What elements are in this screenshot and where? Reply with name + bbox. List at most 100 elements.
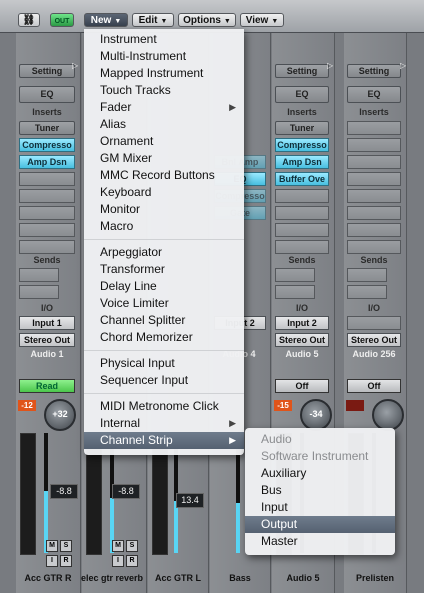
- menu-item-delay-line[interactable]: Delay Line: [84, 278, 244, 295]
- send-slot[interactable]: [275, 268, 315, 282]
- pan-knob[interactable]: [372, 399, 404, 431]
- send-slot[interactable]: [275, 285, 315, 299]
- strip-menu-arrow-icon[interactable]: ▷: [327, 61, 333, 70]
- input-selector[interactable]: Input 1: [19, 316, 75, 330]
- insert-slot[interactable]: [347, 189, 401, 203]
- menu-item-ornament[interactable]: Ornament: [84, 133, 244, 150]
- link-button[interactable]: ⛓: [18, 13, 40, 27]
- menu-item-voice-limiter[interactable]: Voice Limiter: [84, 295, 244, 312]
- menu-item-macro[interactable]: Macro: [84, 218, 244, 235]
- output-selector[interactable]: Stereo Out: [347, 333, 401, 347]
- setting-button[interactable]: Setting: [275, 64, 329, 78]
- send-slot[interactable]: [347, 285, 387, 299]
- automation-mode-button[interactable]: Read: [19, 379, 75, 393]
- solo-button[interactable]: S: [60, 540, 72, 552]
- insert-slot[interactable]: [275, 223, 329, 237]
- submenu-item-auxiliary[interactable]: Auxiliary: [245, 465, 395, 482]
- insert-slot[interactable]: [347, 138, 401, 152]
- setting-button[interactable]: Setting: [347, 64, 401, 78]
- send-slot[interactable]: [19, 285, 59, 299]
- midi-out-button[interactable]: OUT: [50, 13, 74, 27]
- menu-item-alias[interactable]: Alias: [84, 116, 244, 133]
- volume-value[interactable]: -8.8: [112, 484, 140, 499]
- pan-knob[interactable]: +32: [44, 399, 76, 431]
- insert-plugin[interactable]: Amp Dsn: [275, 155, 329, 169]
- menu-edit[interactable]: Edit ▼: [132, 13, 174, 27]
- pan-knob[interactable]: -34: [300, 399, 332, 431]
- menu-item-multi-instrument[interactable]: Multi-Instrument: [84, 48, 244, 65]
- insert-slot[interactable]: [19, 206, 75, 220]
- menu-item-keyboard[interactable]: Keyboard: [84, 184, 244, 201]
- volume-value[interactable]: -8.8: [50, 484, 78, 499]
- menu-item-channel-splitter[interactable]: Channel Splitter: [84, 312, 244, 329]
- insert-slot[interactable]: [19, 240, 75, 254]
- menu-item-arpeggiator[interactable]: Arpeggiator: [84, 244, 244, 261]
- eq-button[interactable]: EQ: [275, 86, 329, 103]
- peak-indicator[interactable]: -15: [274, 400, 292, 411]
- send-slot[interactable]: [19, 268, 59, 282]
- menu-item-midi-metronome-click[interactable]: MIDI Metronome Click: [84, 398, 244, 415]
- submenu-item-input[interactable]: Input: [245, 499, 395, 516]
- insert-slot[interactable]: [275, 206, 329, 220]
- setting-button[interactable]: Setting: [19, 64, 75, 78]
- output-selector[interactable]: Stereo Out: [275, 333, 329, 347]
- menu-options[interactable]: Options ▼: [178, 13, 236, 27]
- mute-button[interactable]: M: [112, 540, 124, 552]
- menu-item-chord-memorizer[interactable]: Chord Memorizer: [84, 329, 244, 346]
- eq-button[interactable]: EQ: [19, 86, 75, 103]
- eq-button[interactable]: EQ: [347, 86, 401, 103]
- input-monitor-button[interactable]: I: [112, 555, 124, 567]
- menu-view[interactable]: View ▼: [240, 13, 284, 27]
- peak-indicator[interactable]: [346, 400, 364, 411]
- menu-item-mmc-record-buttons[interactable]: MMC Record Buttons: [84, 167, 244, 184]
- menu-item-instrument[interactable]: Instrument: [84, 31, 244, 48]
- input-monitor-button[interactable]: I: [46, 555, 58, 567]
- submenu-item-bus[interactable]: Bus: [245, 482, 395, 499]
- insert-plugin[interactable]: Compresso: [275, 138, 329, 152]
- insert-slot[interactable]: [347, 206, 401, 220]
- insert-plugin[interactable]: Buffer Ove: [275, 172, 329, 186]
- tuner-slot[interactable]: Tuner: [19, 121, 75, 135]
- record-enable-button[interactable]: R: [126, 555, 138, 567]
- insert-slot[interactable]: [347, 121, 401, 135]
- insert-slot[interactable]: [347, 172, 401, 186]
- submenu-item-output[interactable]: Output: [245, 516, 395, 533]
- peak-indicator[interactable]: -12: [18, 400, 36, 411]
- insert-slot[interactable]: [347, 155, 401, 169]
- automation-mode-button[interactable]: Off: [347, 379, 401, 393]
- menu-item-transformer[interactable]: Transformer: [84, 261, 244, 278]
- solo-button[interactable]: S: [126, 540, 138, 552]
- automation-mode-button[interactable]: Off: [275, 379, 329, 393]
- menu-item-sequencer-input[interactable]: Sequencer Input: [84, 372, 244, 389]
- insert-plugin[interactable]: Compresso: [19, 138, 75, 152]
- menu-item-internal[interactable]: Internal ▶: [84, 415, 244, 432]
- menu-item-gm-mixer[interactable]: GM Mixer: [84, 150, 244, 167]
- insert-slot[interactable]: [19, 172, 75, 186]
- input-selector[interactable]: Input 2: [275, 316, 329, 330]
- submenu-item-master[interactable]: Master: [245, 533, 395, 550]
- menu-item-monitor[interactable]: Monitor: [84, 201, 244, 218]
- mute-button[interactable]: M: [46, 540, 58, 552]
- menu-item-mapped-instrument[interactable]: Mapped Instrument: [84, 65, 244, 82]
- strip-menu-arrow-icon[interactable]: ▷: [400, 61, 406, 70]
- menu-item-channel-strip[interactable]: Channel Strip ▶: [84, 432, 244, 449]
- insert-slot[interactable]: [275, 240, 329, 254]
- menu-item-physical-input[interactable]: Physical Input: [84, 355, 244, 372]
- output-selector[interactable]: Stereo Out: [19, 333, 75, 347]
- menu-separator: [84, 393, 244, 394]
- volume-value[interactable]: 13.4: [176, 493, 204, 508]
- insert-slot[interactable]: [347, 223, 401, 237]
- strip-menu-arrow-icon[interactable]: ▷: [72, 61, 78, 70]
- insert-slot[interactable]: [19, 189, 75, 203]
- menu-item-touch-tracks[interactable]: Touch Tracks: [84, 82, 244, 99]
- insert-slot[interactable]: [19, 223, 75, 237]
- tuner-slot[interactable]: Tuner: [275, 121, 329, 135]
- insert-slot[interactable]: [347, 240, 401, 254]
- insert-plugin[interactable]: Amp Dsn: [19, 155, 75, 169]
- send-slot[interactable]: [347, 268, 387, 282]
- record-enable-button[interactable]: R: [60, 555, 72, 567]
- menu-new[interactable]: New ▼: [84, 13, 128, 27]
- insert-slot[interactable]: [275, 189, 329, 203]
- input-selector[interactable]: [347, 316, 401, 330]
- menu-item-fader[interactable]: Fader ▶: [84, 99, 244, 116]
